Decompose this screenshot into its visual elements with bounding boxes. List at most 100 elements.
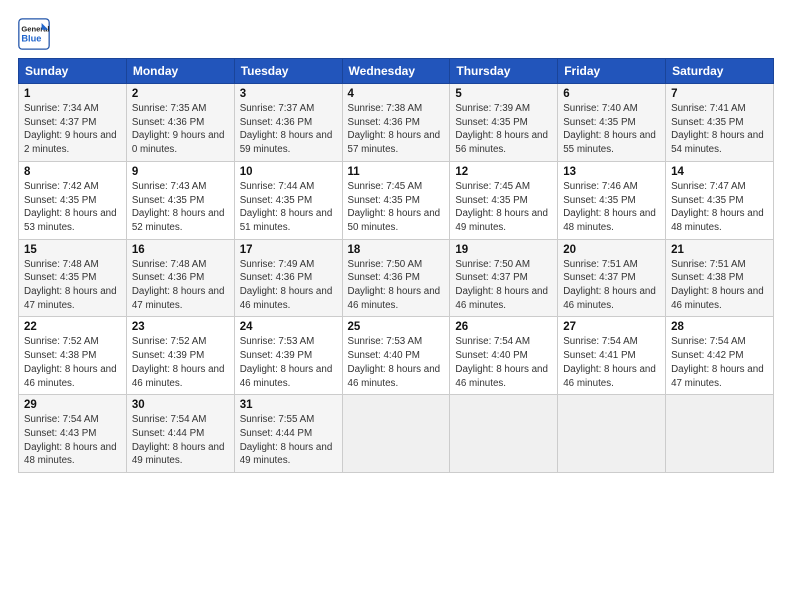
calendar-cell: 14 Sunrise: 7:47 AMSunset: 4:35 PMDayligh… xyxy=(666,161,774,239)
day-number: 8 xyxy=(24,166,121,178)
calendar-cell: 16 Sunrise: 7:48 AMSunset: 4:36 PMDayligh… xyxy=(126,239,234,317)
calendar-cell: 28 Sunrise: 7:54 AMSunset: 4:42 PMDayligh… xyxy=(666,317,774,395)
day-number: 22 xyxy=(24,321,121,333)
day-number: 2 xyxy=(132,88,229,100)
day-info: Sunrise: 7:39 AMSunset: 4:35 PMDaylight:… xyxy=(455,102,552,157)
day-number: 11 xyxy=(348,166,445,178)
day-info: Sunrise: 7:54 AMSunset: 4:41 PMDaylight:… xyxy=(563,335,660,390)
day-info: Sunrise: 7:52 AMSunset: 4:38 PMDaylight:… xyxy=(24,335,121,390)
day-info: Sunrise: 7:35 AMSunset: 4:36 PMDaylight:… xyxy=(132,102,229,157)
calendar-week-row: 29 Sunrise: 7:54 AMSunset: 4:43 PMDayligh… xyxy=(19,395,774,473)
calendar-cell xyxy=(666,395,774,473)
day-number: 16 xyxy=(132,244,229,256)
day-info: Sunrise: 7:54 AMSunset: 4:40 PMDaylight:… xyxy=(455,335,552,390)
calendar-cell: 4 Sunrise: 7:38 AMSunset: 4:36 PMDaylight… xyxy=(342,84,450,162)
day-number: 26 xyxy=(455,321,552,333)
day-number: 21 xyxy=(671,244,768,256)
day-info: Sunrise: 7:54 AMSunset: 4:42 PMDaylight:… xyxy=(671,335,768,390)
header-sunday: Sunday xyxy=(19,59,127,84)
day-info: Sunrise: 7:34 AMSunset: 4:37 PMDaylight:… xyxy=(24,102,121,157)
day-number: 23 xyxy=(132,321,229,333)
day-number: 28 xyxy=(671,321,768,333)
day-number: 5 xyxy=(455,88,552,100)
day-number: 14 xyxy=(671,166,768,178)
day-number: 12 xyxy=(455,166,552,178)
day-info: Sunrise: 7:43 AMSunset: 4:35 PMDaylight:… xyxy=(132,180,229,235)
day-info: Sunrise: 7:47 AMSunset: 4:35 PMDaylight:… xyxy=(671,180,768,235)
day-info: Sunrise: 7:42 AMSunset: 4:35 PMDaylight:… xyxy=(24,180,121,235)
calendar-cell: 23 Sunrise: 7:52 AMSunset: 4:39 PMDayligh… xyxy=(126,317,234,395)
header-tuesday: Tuesday xyxy=(234,59,342,84)
day-number: 4 xyxy=(348,88,445,100)
calendar-table: SundayMondayTuesdayWednesdayThursdayFrid… xyxy=(18,58,774,473)
day-info: Sunrise: 7:37 AMSunset: 4:36 PMDaylight:… xyxy=(240,102,337,157)
calendar-cell: 10Sunrise: 7:44 AMSunset: 4:35 PMDayligh… xyxy=(234,161,342,239)
general-blue-logo-icon: General Blue xyxy=(18,18,50,50)
day-number: 30 xyxy=(132,399,229,411)
calendar-cell: 2 Sunrise: 7:35 AMSunset: 4:36 PMDaylight… xyxy=(126,84,234,162)
calendar-cell: 27Sunrise: 7:54 AMSunset: 4:41 PMDayligh… xyxy=(558,317,666,395)
calendar-cell: 3 Sunrise: 7:37 AMSunset: 4:36 PMDaylight… xyxy=(234,84,342,162)
day-number: 17 xyxy=(240,244,337,256)
day-info: Sunrise: 7:41 AMSunset: 4:35 PMDaylight:… xyxy=(671,102,768,157)
day-number: 19 xyxy=(455,244,552,256)
header-monday: Monday xyxy=(126,59,234,84)
day-info: Sunrise: 7:45 AMSunset: 4:35 PMDaylight:… xyxy=(348,180,445,235)
day-info: Sunrise: 7:48 AMSunset: 4:36 PMDaylight:… xyxy=(132,258,229,313)
day-info: Sunrise: 7:48 AMSunset: 4:35 PMDaylight:… xyxy=(24,258,121,313)
day-number: 3 xyxy=(240,88,337,100)
day-number: 31 xyxy=(240,399,337,411)
header-wednesday: Wednesday xyxy=(342,59,450,84)
calendar-week-row: 22 Sunrise: 7:52 AMSunset: 4:38 PMDayligh… xyxy=(19,317,774,395)
day-number: 7 xyxy=(671,88,768,100)
header: General Blue xyxy=(18,18,774,50)
calendar-cell: 8 Sunrise: 7:42 AMSunset: 4:35 PMDaylight… xyxy=(19,161,127,239)
day-info: Sunrise: 7:44 AMSunset: 4:35 PMDaylight:… xyxy=(240,180,337,235)
day-info: Sunrise: 7:50 AMSunset: 4:36 PMDaylight:… xyxy=(348,258,445,313)
day-number: 25 xyxy=(348,321,445,333)
day-info: Sunrise: 7:52 AMSunset: 4:39 PMDaylight:… xyxy=(132,335,229,390)
day-info: Sunrise: 7:53 AMSunset: 4:39 PMDaylight:… xyxy=(240,335,337,390)
day-info: Sunrise: 7:45 AMSunset: 4:35 PMDaylight:… xyxy=(455,180,552,235)
calendar-week-row: 8 Sunrise: 7:42 AMSunset: 4:35 PMDaylight… xyxy=(19,161,774,239)
day-info: Sunrise: 7:51 AMSunset: 4:38 PMDaylight:… xyxy=(671,258,768,313)
calendar-cell: 26 Sunrise: 7:54 AMSunset: 4:40 PMDayligh… xyxy=(450,317,558,395)
calendar-week-row: 15 Sunrise: 7:48 AMSunset: 4:35 PMDayligh… xyxy=(19,239,774,317)
calendar-cell xyxy=(450,395,558,473)
calendar-cell: 5 Sunrise: 7:39 AMSunset: 4:35 PMDaylight… xyxy=(450,84,558,162)
calendar-cell: 22 Sunrise: 7:52 AMSunset: 4:38 PMDayligh… xyxy=(19,317,127,395)
calendar-cell: 15 Sunrise: 7:48 AMSunset: 4:35 PMDayligh… xyxy=(19,239,127,317)
calendar-cell: 9 Sunrise: 7:43 AMSunset: 4:35 PMDaylight… xyxy=(126,161,234,239)
calendar-header-row: SundayMondayTuesdayWednesdayThursdayFrid… xyxy=(19,59,774,84)
day-info: Sunrise: 7:49 AMSunset: 4:36 PMDaylight:… xyxy=(240,258,337,313)
day-number: 24 xyxy=(240,321,337,333)
day-info: Sunrise: 7:54 AMSunset: 4:44 PMDaylight:… xyxy=(132,413,229,468)
day-number: 29 xyxy=(24,399,121,411)
page: General Blue SundayMondayTuesdayWednesda… xyxy=(0,0,792,612)
day-number: 9 xyxy=(132,166,229,178)
calendar-cell: 17 Sunrise: 7:49 AMSunset: 4:36 PMDayligh… xyxy=(234,239,342,317)
day-number: 15 xyxy=(24,244,121,256)
calendar-cell xyxy=(558,395,666,473)
day-info: Sunrise: 7:38 AMSunset: 4:36 PMDaylight:… xyxy=(348,102,445,157)
day-number: 20 xyxy=(563,244,660,256)
day-info: Sunrise: 7:51 AMSunset: 4:37 PMDaylight:… xyxy=(563,258,660,313)
calendar-cell: 24 Sunrise: 7:53 AMSunset: 4:39 PMDayligh… xyxy=(234,317,342,395)
calendar-cell: 7 Sunrise: 7:41 AMSunset: 4:35 PMDaylight… xyxy=(666,84,774,162)
day-number: 13 xyxy=(563,166,660,178)
calendar-cell: 11 Sunrise: 7:45 AMSunset: 4:35 PMDayligh… xyxy=(342,161,450,239)
day-number: 1 xyxy=(24,88,121,100)
header-thursday: Thursday xyxy=(450,59,558,84)
day-number: 18 xyxy=(348,244,445,256)
calendar-cell: 25 Sunrise: 7:53 AMSunset: 4:40 PMDayligh… xyxy=(342,317,450,395)
header-saturday: Saturday xyxy=(666,59,774,84)
calendar-cell: 18 Sunrise: 7:50 AMSunset: 4:36 PMDayligh… xyxy=(342,239,450,317)
calendar-cell: 29 Sunrise: 7:54 AMSunset: 4:43 PMDayligh… xyxy=(19,395,127,473)
day-info: Sunrise: 7:55 AMSunset: 4:44 PMDaylight:… xyxy=(240,413,337,468)
day-info: Sunrise: 7:40 AMSunset: 4:35 PMDaylight:… xyxy=(563,102,660,157)
day-number: 6 xyxy=(563,88,660,100)
day-info: Sunrise: 7:53 AMSunset: 4:40 PMDaylight:… xyxy=(348,335,445,390)
calendar-cell: 6 Sunrise: 7:40 AMSunset: 4:35 PMDaylight… xyxy=(558,84,666,162)
day-info: Sunrise: 7:54 AMSunset: 4:43 PMDaylight:… xyxy=(24,413,121,468)
logo: General Blue xyxy=(18,18,50,50)
